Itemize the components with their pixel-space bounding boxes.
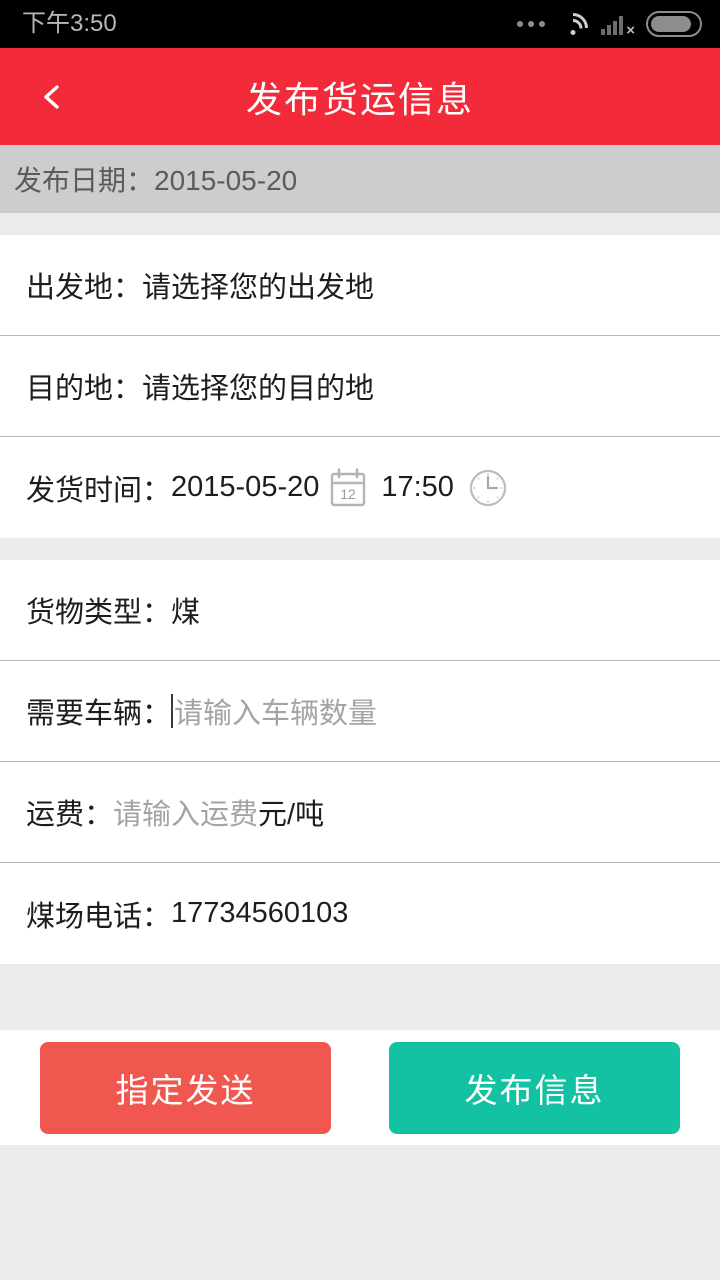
vehicles-label: 需要车辆：: [26, 698, 172, 730]
phone-value: 17734560103: [171, 897, 349, 929]
destination-value: 请选择您的目的地: [142, 373, 375, 405]
section-gap-3: [0, 964, 720, 1030]
origin-value: 请选择您的出发地: [142, 272, 375, 304]
cargo-type-label: 货物类型：: [26, 597, 172, 629]
publish-info-button[interactable]: 发布信息: [389, 1041, 680, 1134]
row-origin[interactable]: 出发地： 请选择您的出发地: [0, 235, 720, 336]
row-phone[interactable]: 煤场电话： 17734560103: [0, 863, 720, 964]
app-screen: 下午3:50 × 发布货运信息 发布日期：2015-05-20 出发地： 请选择…: [0, 0, 720, 1280]
row-destination[interactable]: 目的地： 请选择您的目的地: [0, 336, 720, 437]
vehicles-input[interactable]: 请输入车辆数量: [174, 690, 377, 732]
row-ship-time[interactable]: 发货时间： 2015-05-20 12 17:50: [0, 437, 720, 538]
row-freight[interactable]: 运费： 请输入运费 元/吨: [0, 762, 720, 863]
publish-date-bar: 发布日期：2015-05-20: [0, 145, 720, 213]
clock-icon[interactable]: [468, 468, 508, 508]
app-bar: 发布货运信息: [0, 48, 720, 145]
action-bar: 指定发送 发布信息: [0, 1030, 720, 1145]
row-cargo-type[interactable]: 货物类型： 煤: [0, 560, 720, 661]
text-cursor: [171, 694, 174, 728]
back-button[interactable]: [20, 48, 84, 145]
signal-no-service-icon: ×: [601, 13, 635, 38]
cargo-type-value: 煤: [171, 597, 201, 629]
svg-text:12: 12: [341, 486, 357, 502]
section-gap: [0, 213, 720, 235]
calendar-icon[interactable]: 12: [329, 467, 367, 508]
row-vehicles[interactable]: 需要车辆： 请输入车辆数量: [0, 661, 720, 762]
phone-label: 煤场电话：: [26, 900, 172, 933]
destination-label: 目的地：: [26, 373, 143, 405]
ship-time-label: 发货时间：: [26, 474, 172, 507]
status-bar-time: 下午3:50: [22, 10, 117, 37]
form-section-cargo: 货物类型： 煤 需要车辆： 请输入车辆数量 运费： 请输入运费 元/吨 煤场电话…: [0, 560, 720, 964]
freight-label: 运费：: [26, 799, 114, 831]
ship-time-value: 17:50: [381, 471, 454, 503]
freight-input[interactable]: 请输入运费: [113, 791, 258, 833]
page-title: 发布货运信息: [245, 78, 474, 120]
freight-unit: 元/吨: [258, 799, 325, 831]
section-gap-2: [0, 538, 720, 560]
more-dots-icon: [517, 21, 545, 27]
wifi-icon: [551, 6, 595, 50]
publish-date-text: 发布日期：2015-05-20: [14, 165, 298, 196]
origin-label: 出发地：: [26, 272, 143, 304]
status-bar: 下午3:50 ×: [0, 0, 720, 50]
ship-date-value: 2015-05-20: [171, 471, 320, 503]
bottom-filler: [0, 1145, 720, 1280]
battery-icon: [646, 11, 702, 37]
status-bar-icons: ×: [517, 6, 702, 50]
designate-send-button[interactable]: 指定发送: [40, 1041, 331, 1134]
form-section-route: 出发地： 请选择您的出发地 目的地： 请选择您的目的地 发货时间： 2015-0…: [0, 235, 720, 538]
chevron-left-icon: [44, 84, 59, 109]
